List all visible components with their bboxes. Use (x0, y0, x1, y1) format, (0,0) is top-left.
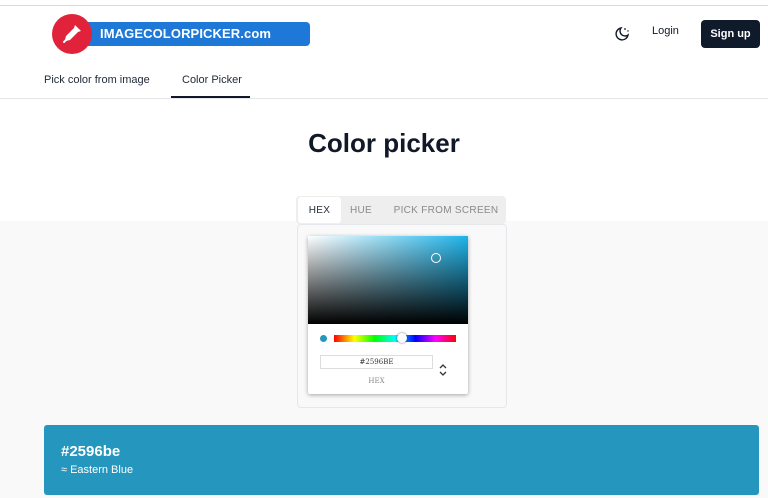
hue-slider-knob[interactable] (397, 333, 407, 343)
tab-pick-from-screen[interactable]: PICK FROM SCREEN (394, 196, 499, 224)
saturation-area[interactable] (308, 236, 468, 324)
color-picker-widget: HEX (308, 236, 468, 394)
hex-input-label: HEX (368, 377, 385, 385)
site-logo[interactable]: IMAGECOLORPICKER.com (52, 14, 310, 54)
selected-color-result: #2596be ≈ Eastern Blue (44, 425, 759, 495)
tab-hue[interactable]: HUE (344, 196, 378, 224)
format-toggle-icon[interactable] (438, 363, 448, 377)
result-hex-value: #2596be (61, 443, 121, 460)
result-color-name: ≈ Eastern Blue (61, 464, 134, 476)
tab-color-picker[interactable]: Color Picker (182, 74, 242, 86)
login-link[interactable]: Login (652, 25, 679, 37)
logo-text: IMAGECOLORPICKER.com (100, 26, 272, 41)
page-title: Color picker (308, 128, 460, 158)
current-color-swatch (320, 335, 327, 342)
eyedropper-logo-icon (52, 14, 92, 54)
tab-hex[interactable]: HEX (298, 197, 341, 223)
hue-slider[interactable] (334, 335, 456, 342)
hex-input[interactable] (320, 355, 433, 369)
nav-divider (0, 98, 768, 99)
theme-toggle-icon[interactable] (613, 25, 631, 43)
saturation-handle[interactable] (431, 253, 441, 263)
tab-pick-color-from-image[interactable]: Pick color from image (44, 74, 150, 86)
picker-mode-tabs: HEX HUE PICK FROM SCREEN (296, 196, 506, 224)
top-border (0, 5, 768, 6)
signup-button[interactable]: Sign up (701, 20, 760, 48)
